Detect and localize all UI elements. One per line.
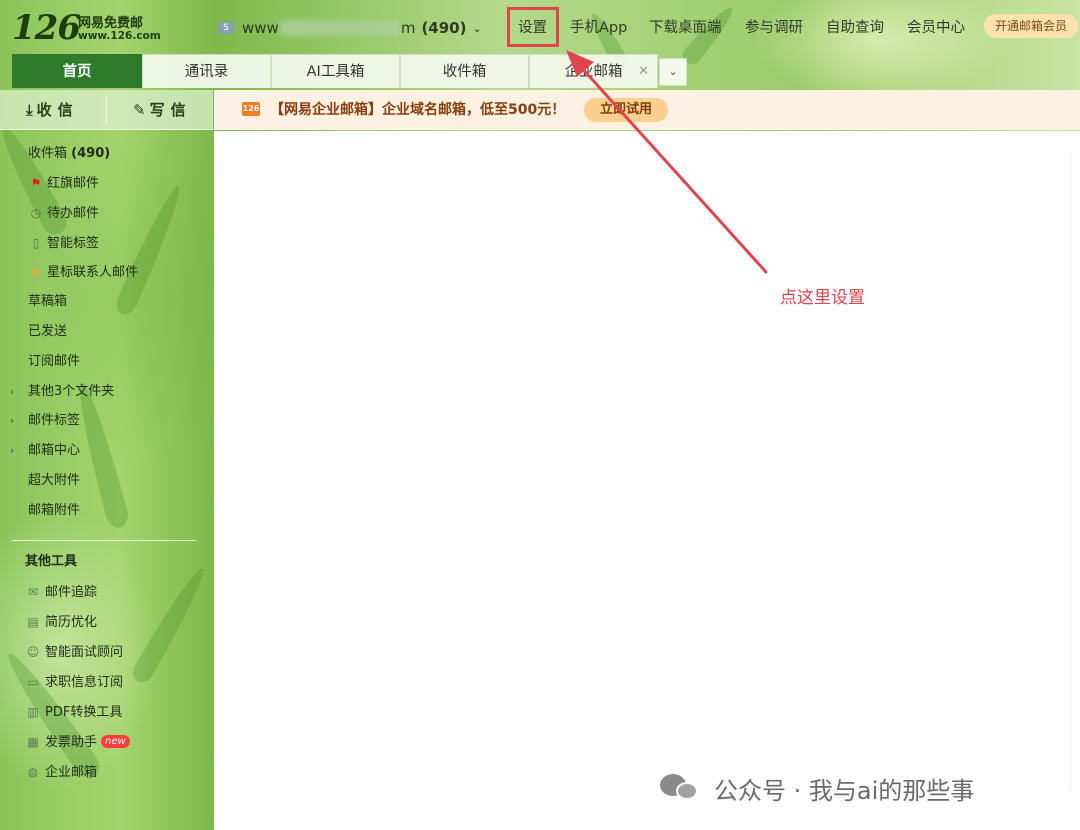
nav-mobile-app[interactable]: 手机App	[570, 17, 627, 39]
account-unread-count: (490)	[421, 19, 467, 37]
folder-count: (490)	[71, 146, 111, 161]
folder-label: 邮箱中心	[28, 443, 81, 458]
folder-red-flag[interactable]: ⚑ 红旗邮件	[0, 169, 213, 197]
account-prefix: www	[242, 19, 279, 37]
folder-other-folders[interactable]: › 其他3个文件夹	[0, 378, 213, 406]
wechat-icon	[660, 772, 704, 804]
try-now-button[interactable]: 立即试用	[584, 98, 668, 122]
pdf-icon: ▥	[27, 705, 39, 719]
tool-label: 简历优化	[45, 615, 98, 630]
promo-126-icon: 126	[242, 102, 260, 116]
tool-label: 智能面试顾问	[45, 645, 124, 660]
invoice-icon: ▦	[27, 735, 39, 749]
folder-starred-contacts[interactable]: ★ 星标联系人邮件	[0, 258, 213, 286]
tool-pdf-converter[interactable]: ▥ PDF转换工具	[25, 698, 122, 726]
main-content	[214, 131, 1080, 830]
mail-action-bar: ⤓ 收信 ✎ 写信	[0, 90, 213, 130]
folder-mail-tags[interactable]: › 邮件标签	[0, 407, 213, 435]
scroll-area-edge	[1070, 151, 1080, 791]
watermark-text: 公众号 · 我与ai的那些事	[714, 776, 975, 805]
folder-label: 其他3个文件夹	[28, 384, 115, 399]
folder-mailbox-center[interactable]: › 邮箱中心	[0, 437, 213, 465]
nav-download-desktop[interactable]: 下载桌面端	[649, 17, 722, 39]
chevron-right-icon: ›	[10, 444, 15, 457]
logo-126[interactable]: 126 网易免费邮 www.126.com	[12, 8, 162, 48]
chevron-right-icon: ›	[10, 414, 15, 427]
bookmark-icon: ▯	[32, 236, 40, 250]
folder-inbox[interactable]: 收件箱 (490)	[0, 140, 213, 168]
tool-invoice-assistant[interactable]: ▦ 发票助手 new	[25, 728, 130, 756]
folder-label: 收件箱	[28, 146, 68, 161]
folder-drafts[interactable]: 草稿箱	[0, 288, 213, 316]
tab-bar: 首页 通讯录 AI工具箱 收件箱 企业邮箱 ✕ ⌄	[12, 54, 692, 88]
tool-label: 企业邮箱	[45, 765, 98, 780]
folder-mailbox-attachments[interactable]: 邮箱附件	[0, 497, 213, 525]
folder-large-attachments[interactable]: 超大附件	[0, 467, 213, 495]
new-badge: new	[101, 735, 130, 748]
nav-survey[interactable]: 参与调研	[745, 17, 803, 39]
tab-ai-toolbox[interactable]: AI工具箱	[271, 54, 400, 88]
folder-smart-tags[interactable]: ▯ 智能标签	[0, 229, 213, 257]
sidebar: ⤓ 收信 ✎ 写信 收件箱 (490) ⚑ 红旗邮件 ◷ 待办邮件 ▯ 智能标签 ★ 星标联…	[0, 90, 213, 830]
chevron-down-icon[interactable]: ⌄	[659, 58, 687, 86]
tab-inbox[interactable]: 收件箱	[400, 54, 529, 88]
tab-label: 企业邮箱	[564, 64, 623, 80]
clock-icon: ◷	[30, 206, 42, 220]
edit-icon: ✎	[133, 101, 146, 119]
download-icon: ⤓	[26, 101, 33, 119]
account-type-icon: S	[218, 22, 234, 34]
folder-label: 智能标签	[47, 236, 100, 251]
account-suffix: m	[400, 19, 416, 37]
briefcase-icon: ▭	[27, 675, 39, 689]
tool-enterprise-mail[interactable]: ◍ 企业邮箱	[25, 758, 97, 786]
folder-label: 星标联系人邮件	[47, 265, 139, 280]
folder-label: 红旗邮件	[47, 176, 100, 191]
tool-label: 发票助手	[45, 735, 98, 750]
red-flag-icon: ⚑	[30, 176, 42, 190]
other-tools-title: 其他工具	[25, 554, 78, 569]
folder-label: 邮件标签	[28, 413, 81, 428]
tool-label: 求职信息订阅	[45, 675, 124, 690]
star-icon: ★	[30, 265, 42, 279]
globe-icon: ◍	[27, 765, 39, 779]
nav-member-center[interactable]: 会员中心	[907, 17, 965, 39]
resume-icon: ▤	[27, 615, 39, 629]
promo-banner: 126 【网易企业邮箱】企业域名邮箱，低至500元！ 立即试用	[214, 90, 1080, 130]
tool-label: PDF转换工具	[45, 705, 123, 720]
watermark: 公众号 · 我与ai的那些事	[660, 770, 974, 806]
tool-mail-tracking[interactable]: ✉ 邮件追踪	[25, 578, 97, 606]
tool-job-subscription[interactable]: ▭ 求职信息订阅	[25, 668, 123, 696]
logo-url: www.126.com	[78, 30, 161, 42]
tab-home[interactable]: 首页	[12, 54, 142, 88]
tab-enterprise-mail[interactable]: 企业邮箱 ✕	[529, 54, 658, 88]
chevron-right-icon: ›	[10, 385, 15, 398]
folder-sent[interactable]: 已发送	[0, 318, 213, 346]
write-button[interactable]: ✎ 写信	[133, 90, 192, 130]
open-vip-button[interactable]: 开通邮箱会员	[984, 14, 1078, 38]
chevron-down-icon: ⌄	[472, 21, 482, 35]
settings-highlight-box	[507, 7, 559, 47]
receive-label: 收信	[36, 101, 79, 119]
tool-resume-optimize[interactable]: ▤ 简历优化	[25, 608, 97, 636]
logo-number: 126	[12, 8, 81, 48]
write-label: 写信	[149, 101, 192, 119]
close-icon[interactable]: ✕	[638, 55, 649, 89]
interview-icon: ☺	[26, 645, 40, 659]
folder-subscriptions[interactable]: 订阅邮件	[0, 348, 213, 376]
divider	[106, 96, 107, 124]
annotation-text: 点这里设置	[780, 288, 865, 308]
envelope-track-icon: ✉	[27, 585, 39, 599]
tool-label: 邮件追踪	[45, 585, 98, 600]
folder-label: 待办邮件	[47, 206, 100, 221]
tab-contacts[interactable]: 通讯录	[142, 54, 271, 88]
nav-self-service[interactable]: 自助查询	[826, 17, 884, 39]
receive-button[interactable]: ⤓ 收信	[26, 90, 79, 130]
folder-todo[interactable]: ◷ 待办邮件	[0, 199, 213, 227]
divider	[12, 540, 196, 541]
promo-text[interactable]: 【网易企业邮箱】企业域名邮箱，低至500元！	[270, 90, 565, 130]
logo-title: 网易免费邮	[78, 16, 144, 31]
tool-interview-advisor[interactable]: ☺ 智能面试顾问	[25, 638, 123, 666]
account-switcher[interactable]: S www m (490) ⌄	[218, 17, 482, 39]
account-masked	[279, 20, 400, 36]
